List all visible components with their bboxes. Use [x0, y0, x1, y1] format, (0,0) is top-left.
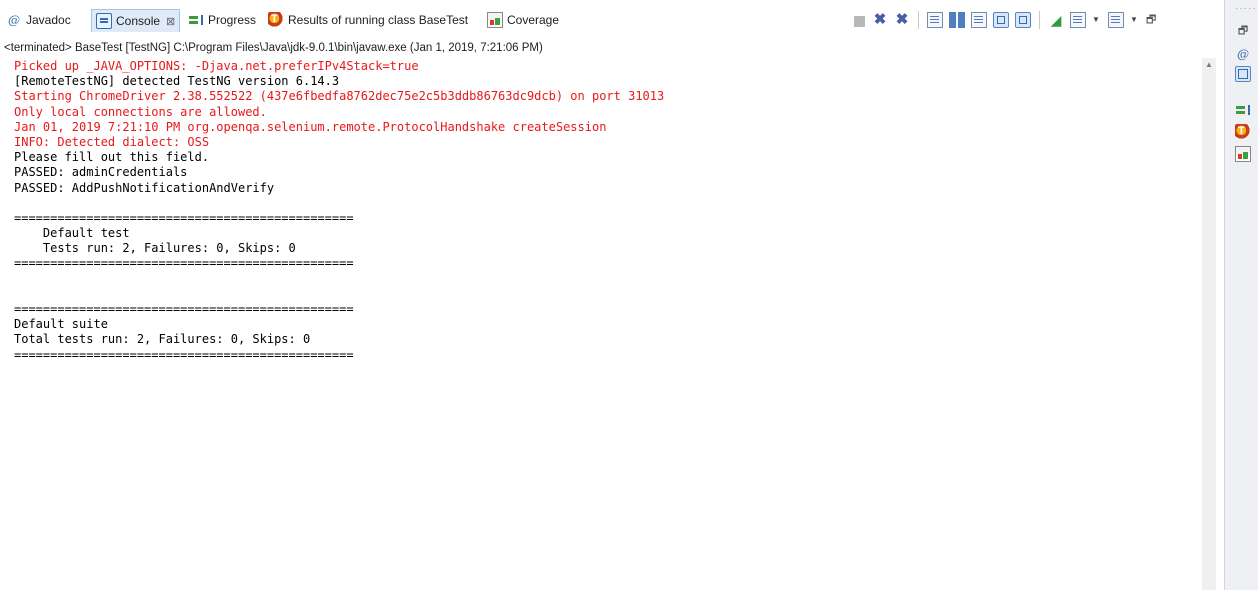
vertical-scrollbar[interactable]: ▲	[1202, 58, 1216, 590]
minimized-view-stack: ····· 🗗 @	[1224, 0, 1258, 590]
terminate-icon[interactable]	[854, 15, 865, 27]
console-line-stdout: ========================================…	[14, 210, 354, 225]
scroll-up-icon[interactable]: ▲	[1205, 60, 1213, 69]
chevron-down-icon[interactable]: ▼	[1130, 12, 1138, 28]
pin-console-icon[interactable]: ◢	[1048, 12, 1064, 28]
progress-icon[interactable]	[1235, 102, 1251, 118]
minimize-icon[interactable]: 🗗	[1146, 12, 1162, 28]
eclipse-console-view: @ Javadoc Console ⊠ Progress Results of …	[0, 0, 1258, 590]
tab-label: Console	[116, 14, 161, 28]
word-wrap-icon[interactable]	[971, 12, 987, 28]
console-line-stdout: Default test	[14, 226, 130, 241]
console-line-stderr: Picked up _JAVA_OPTIONS: -Djava.net.pref…	[14, 59, 419, 73]
chevron-down-icon[interactable]: ▼	[1092, 12, 1100, 28]
console-line-stdout: ========================================…	[14, 256, 354, 271]
javadoc-icon: @	[8, 13, 20, 27]
console-line-stdout	[14, 272, 1194, 287]
javadoc-icon[interactable]: @	[1235, 46, 1251, 62]
tab-progress[interactable]: Progress	[188, 10, 256, 30]
tab-label: Results of running class BaseTest	[288, 13, 469, 27]
clear-console-icon[interactable]	[927, 12, 943, 28]
console-line-stdout	[14, 196, 1194, 211]
show-on-stdout-icon[interactable]	[993, 12, 1009, 28]
console-line-stderr: Starting ChromeDriver 2.38.552522 (437e6…	[14, 89, 665, 104]
console-line-stdout: Default suite	[14, 317, 108, 332]
coverage-icon	[487, 12, 503, 28]
console-line-stdout: Please fill out this field.	[14, 150, 210, 165]
progress-icon	[188, 12, 204, 28]
console-line-stdout: PASSED: adminCredentials	[14, 165, 188, 180]
tab-testng-results[interactable]: Results of running class BaseTest	[268, 10, 468, 30]
console-line-stdout: ========================================…	[14, 302, 354, 316]
view-tab-bar: @ Javadoc Console ⊠ Progress Results of …	[0, 0, 1215, 40]
testng-icon[interactable]	[1235, 124, 1251, 140]
console-line-stderr: Only local connections are allowed.	[14, 104, 267, 119]
console-line-stdout: PASSED: AddPushNotificationAndVerify	[14, 180, 275, 195]
remove-all-terminated-icon[interactable]: ✖	[894, 12, 910, 28]
tab-javadoc[interactable]: @ Javadoc	[6, 10, 71, 30]
remove-launch-icon[interactable]: ✖	[872, 12, 888, 28]
console-icon[interactable]	[1235, 66, 1251, 82]
console-line-stdout	[14, 287, 1194, 302]
console-line-stderr: Jan 01, 2019 7:21:10 PM org.openqa.selen…	[14, 119, 607, 134]
console-line-stdout: Tests run: 2, Failures: 0, Skips: 0	[14, 241, 296, 256]
restore-icon[interactable]: 🗗	[1235, 22, 1251, 38]
process-description: <terminated> BaseTest [TestNG] C:\Progra…	[4, 42, 543, 54]
tab-label: Progress	[208, 13, 257, 27]
open-console-icon[interactable]	[1108, 12, 1124, 28]
console-line-stdout: [RemoteTestNG] detected TestNG version 6…	[14, 74, 340, 89]
testng-icon	[268, 12, 284, 28]
show-on-stderr-icon[interactable]	[1015, 12, 1031, 28]
coverage-icon[interactable]	[1235, 146, 1251, 162]
console-output[interactable]: Picked up _JAVA_OPTIONS: -Djava.net.pref…	[14, 59, 1194, 590]
tab-label: Coverage	[507, 13, 560, 27]
scroll-lock-icon[interactable]	[949, 12, 965, 28]
tab-console[interactable]: Console ⊠	[91, 9, 181, 32]
console-icon	[96, 13, 112, 29]
tab-label: Javadoc	[26, 13, 71, 27]
toolbar-separator	[918, 11, 919, 29]
tab-coverage[interactable]: Coverage	[487, 10, 559, 30]
console-toolbar: ✖ ✖ ◢ ▼ ▼ 🗗	[852, 10, 1168, 30]
toolbar-separator	[1039, 11, 1040, 29]
console-line-stdout: Total tests run: 2, Failures: 0, Skips: …	[14, 332, 311, 347]
console-line-stderr: INFO: Detected dialect: OSS	[14, 134, 210, 149]
display-selected-console-icon[interactable]	[1070, 12, 1086, 28]
drag-handle-icon[interactable]: ·····	[1235, 3, 1257, 14]
console-line-stdout: ========================================…	[14, 347, 354, 362]
close-icon[interactable]: ⊠	[166, 15, 175, 28]
